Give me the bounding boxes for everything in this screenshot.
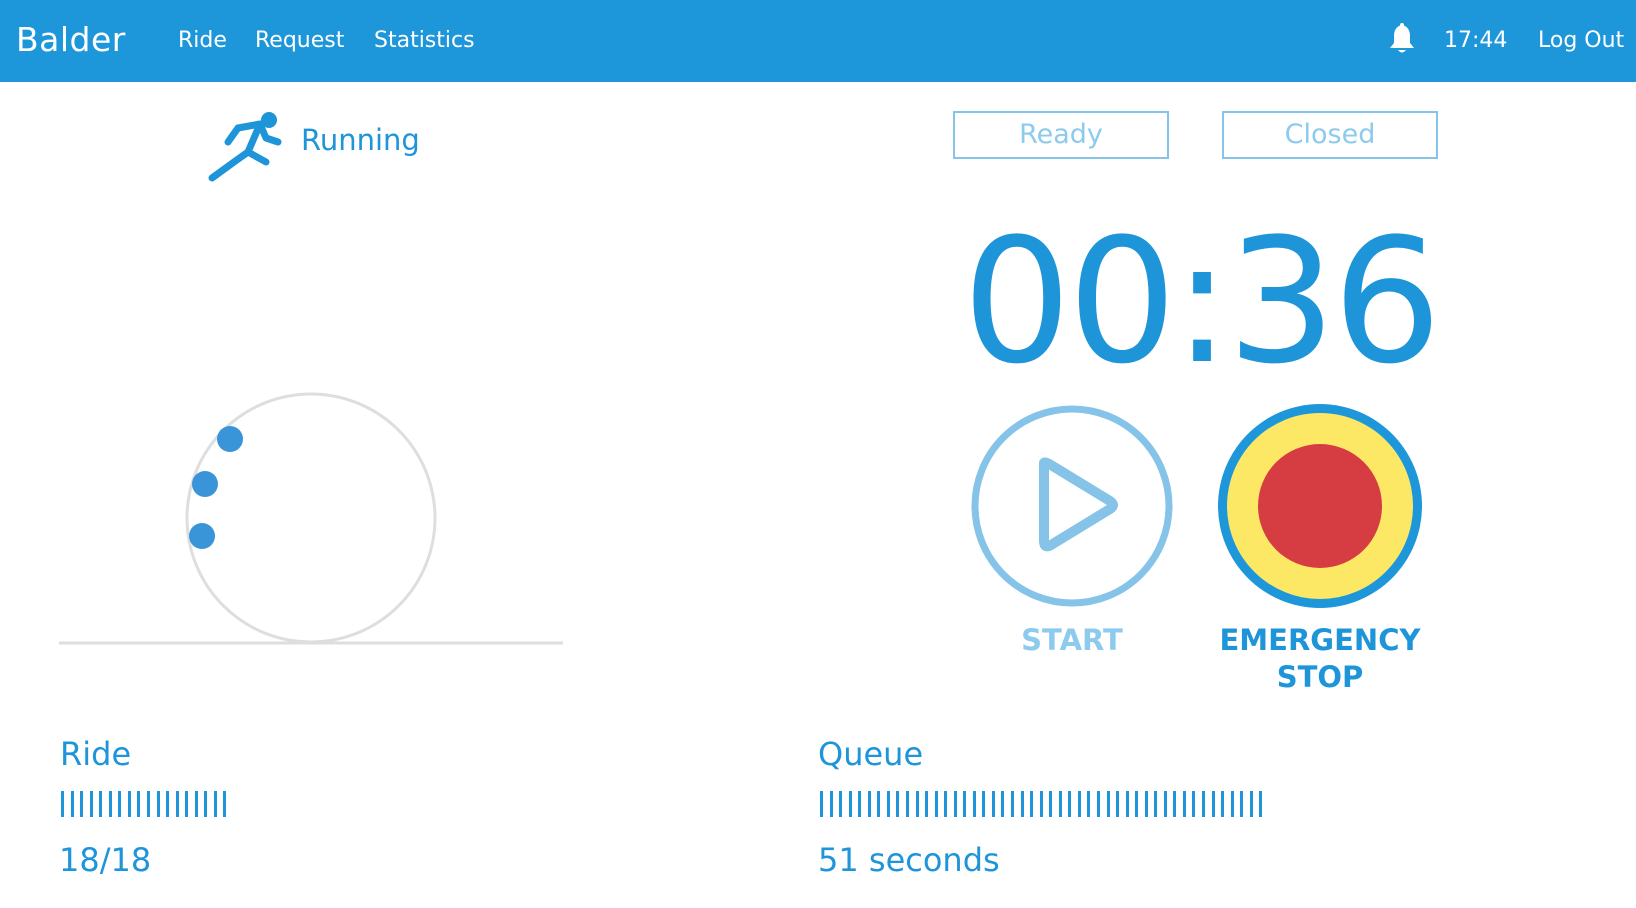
progress-tick <box>1106 791 1110 817</box>
progress-tick <box>1039 791 1043 817</box>
progress-tick <box>934 791 938 817</box>
progress-tick <box>953 791 957 817</box>
progress-tick <box>905 791 909 817</box>
progress-tick <box>223 791 227 817</box>
play-icon <box>1039 457 1118 552</box>
progress-tick <box>1154 791 1158 817</box>
queue-progress-bars <box>820 791 1270 819</box>
bell-icon[interactable] <box>1387 22 1417 56</box>
progress-tick <box>1221 791 1225 817</box>
progress-tick <box>848 791 852 817</box>
brand-logo[interactable]: Balder <box>16 20 126 60</box>
progress-tick <box>1192 791 1196 817</box>
progress-tick <box>858 791 862 817</box>
progress-tick <box>1020 791 1024 817</box>
gondola-dot <box>192 471 218 497</box>
progress-tick <box>127 791 131 817</box>
progress-tick <box>61 791 64 817</box>
progress-tick <box>839 791 843 817</box>
start-label: START <box>1021 623 1123 657</box>
ride-timer: 00:36 <box>962 201 1442 402</box>
progress-tick <box>820 791 823 817</box>
progress-tick <box>982 791 986 817</box>
progress-tick <box>185 791 189 817</box>
progress-tick <box>1125 791 1129 817</box>
emergency-stop-label: EMERGENCY STOP <box>1195 622 1445 696</box>
progress-tick <box>1096 791 1100 817</box>
progress-tick <box>915 791 919 817</box>
progress-tick <box>1077 791 1081 817</box>
progress-tick <box>963 791 967 817</box>
progress-tick <box>1058 791 1062 817</box>
runner-icon <box>208 112 282 182</box>
progress-tick <box>867 791 871 817</box>
progress-tick <box>89 791 93 817</box>
progress-tick <box>1230 791 1234 817</box>
emergency-label-line2: STOP <box>1276 660 1364 694</box>
progress-tick <box>886 791 890 817</box>
emergency-stop-button[interactable] <box>1214 400 1426 612</box>
progress-tick <box>137 791 141 817</box>
progress-tick <box>175 791 179 817</box>
progress-tick <box>1068 791 1072 817</box>
progress-tick <box>99 791 103 817</box>
progress-tick <box>1240 791 1244 817</box>
progress-tick <box>925 791 929 817</box>
progress-tick <box>1163 791 1167 817</box>
ride-wheel-diagram <box>59 392 563 645</box>
gondola-dot <box>189 523 215 549</box>
progress-tick <box>70 791 74 817</box>
progress-tick <box>991 791 995 817</box>
progress-tick <box>1001 791 1005 817</box>
progress-tick <box>877 791 881 817</box>
closed-button[interactable]: Closed <box>1222 111 1438 159</box>
progress-tick <box>944 791 948 817</box>
progress-tick <box>829 791 833 817</box>
ride-section-title: Ride <box>60 735 132 773</box>
progress-tick <box>1011 791 1014 817</box>
queue-section-title: Queue <box>818 735 924 773</box>
progress-tick <box>166 791 170 817</box>
progress-tick <box>194 791 198 817</box>
progress-tick <box>213 791 217 817</box>
progress-tick <box>1173 791 1177 817</box>
progress-tick <box>1049 791 1053 817</box>
progress-tick <box>1259 791 1263 817</box>
nav-ride[interactable]: Ride <box>178 26 227 56</box>
progress-tick <box>204 791 208 817</box>
progress-tick <box>1211 791 1215 817</box>
progress-tick <box>1182 791 1186 817</box>
progress-tick <box>146 791 150 817</box>
progress-tick <box>156 791 160 817</box>
ride-count: 18/18 <box>59 841 152 879</box>
clock-time: 17:44 <box>1444 28 1508 53</box>
progress-tick <box>1144 791 1148 817</box>
ride-status-label: Running <box>301 123 420 157</box>
nav-request[interactable]: Request <box>255 26 344 56</box>
progress-tick <box>1030 791 1034 817</box>
progress-tick <box>80 791 84 817</box>
progress-tick <box>118 791 122 817</box>
progress-tick <box>896 791 900 817</box>
progress-tick <box>1135 791 1139 817</box>
start-button[interactable] <box>966 400 1178 612</box>
queue-wait-time: 51 seconds <box>818 841 1000 879</box>
top-navbar: Balder Ride Request Statistics 17:44 Log… <box>0 0 1636 82</box>
gondola-dot <box>217 426 243 452</box>
logout-link[interactable]: Log Out <box>1538 26 1624 56</box>
progress-tick <box>108 791 112 817</box>
ride-progress-bars <box>61 791 241 819</box>
progress-tick <box>1249 791 1253 817</box>
progress-tick <box>972 791 976 817</box>
ready-button[interactable]: Ready <box>953 111 1169 159</box>
emergency-label-line1: EMERGENCY <box>1219 623 1421 657</box>
progress-tick <box>1116 791 1120 817</box>
nav-statistics[interactable]: Statistics <box>374 26 475 56</box>
progress-tick <box>1202 791 1205 817</box>
progress-tick <box>1087 791 1091 817</box>
